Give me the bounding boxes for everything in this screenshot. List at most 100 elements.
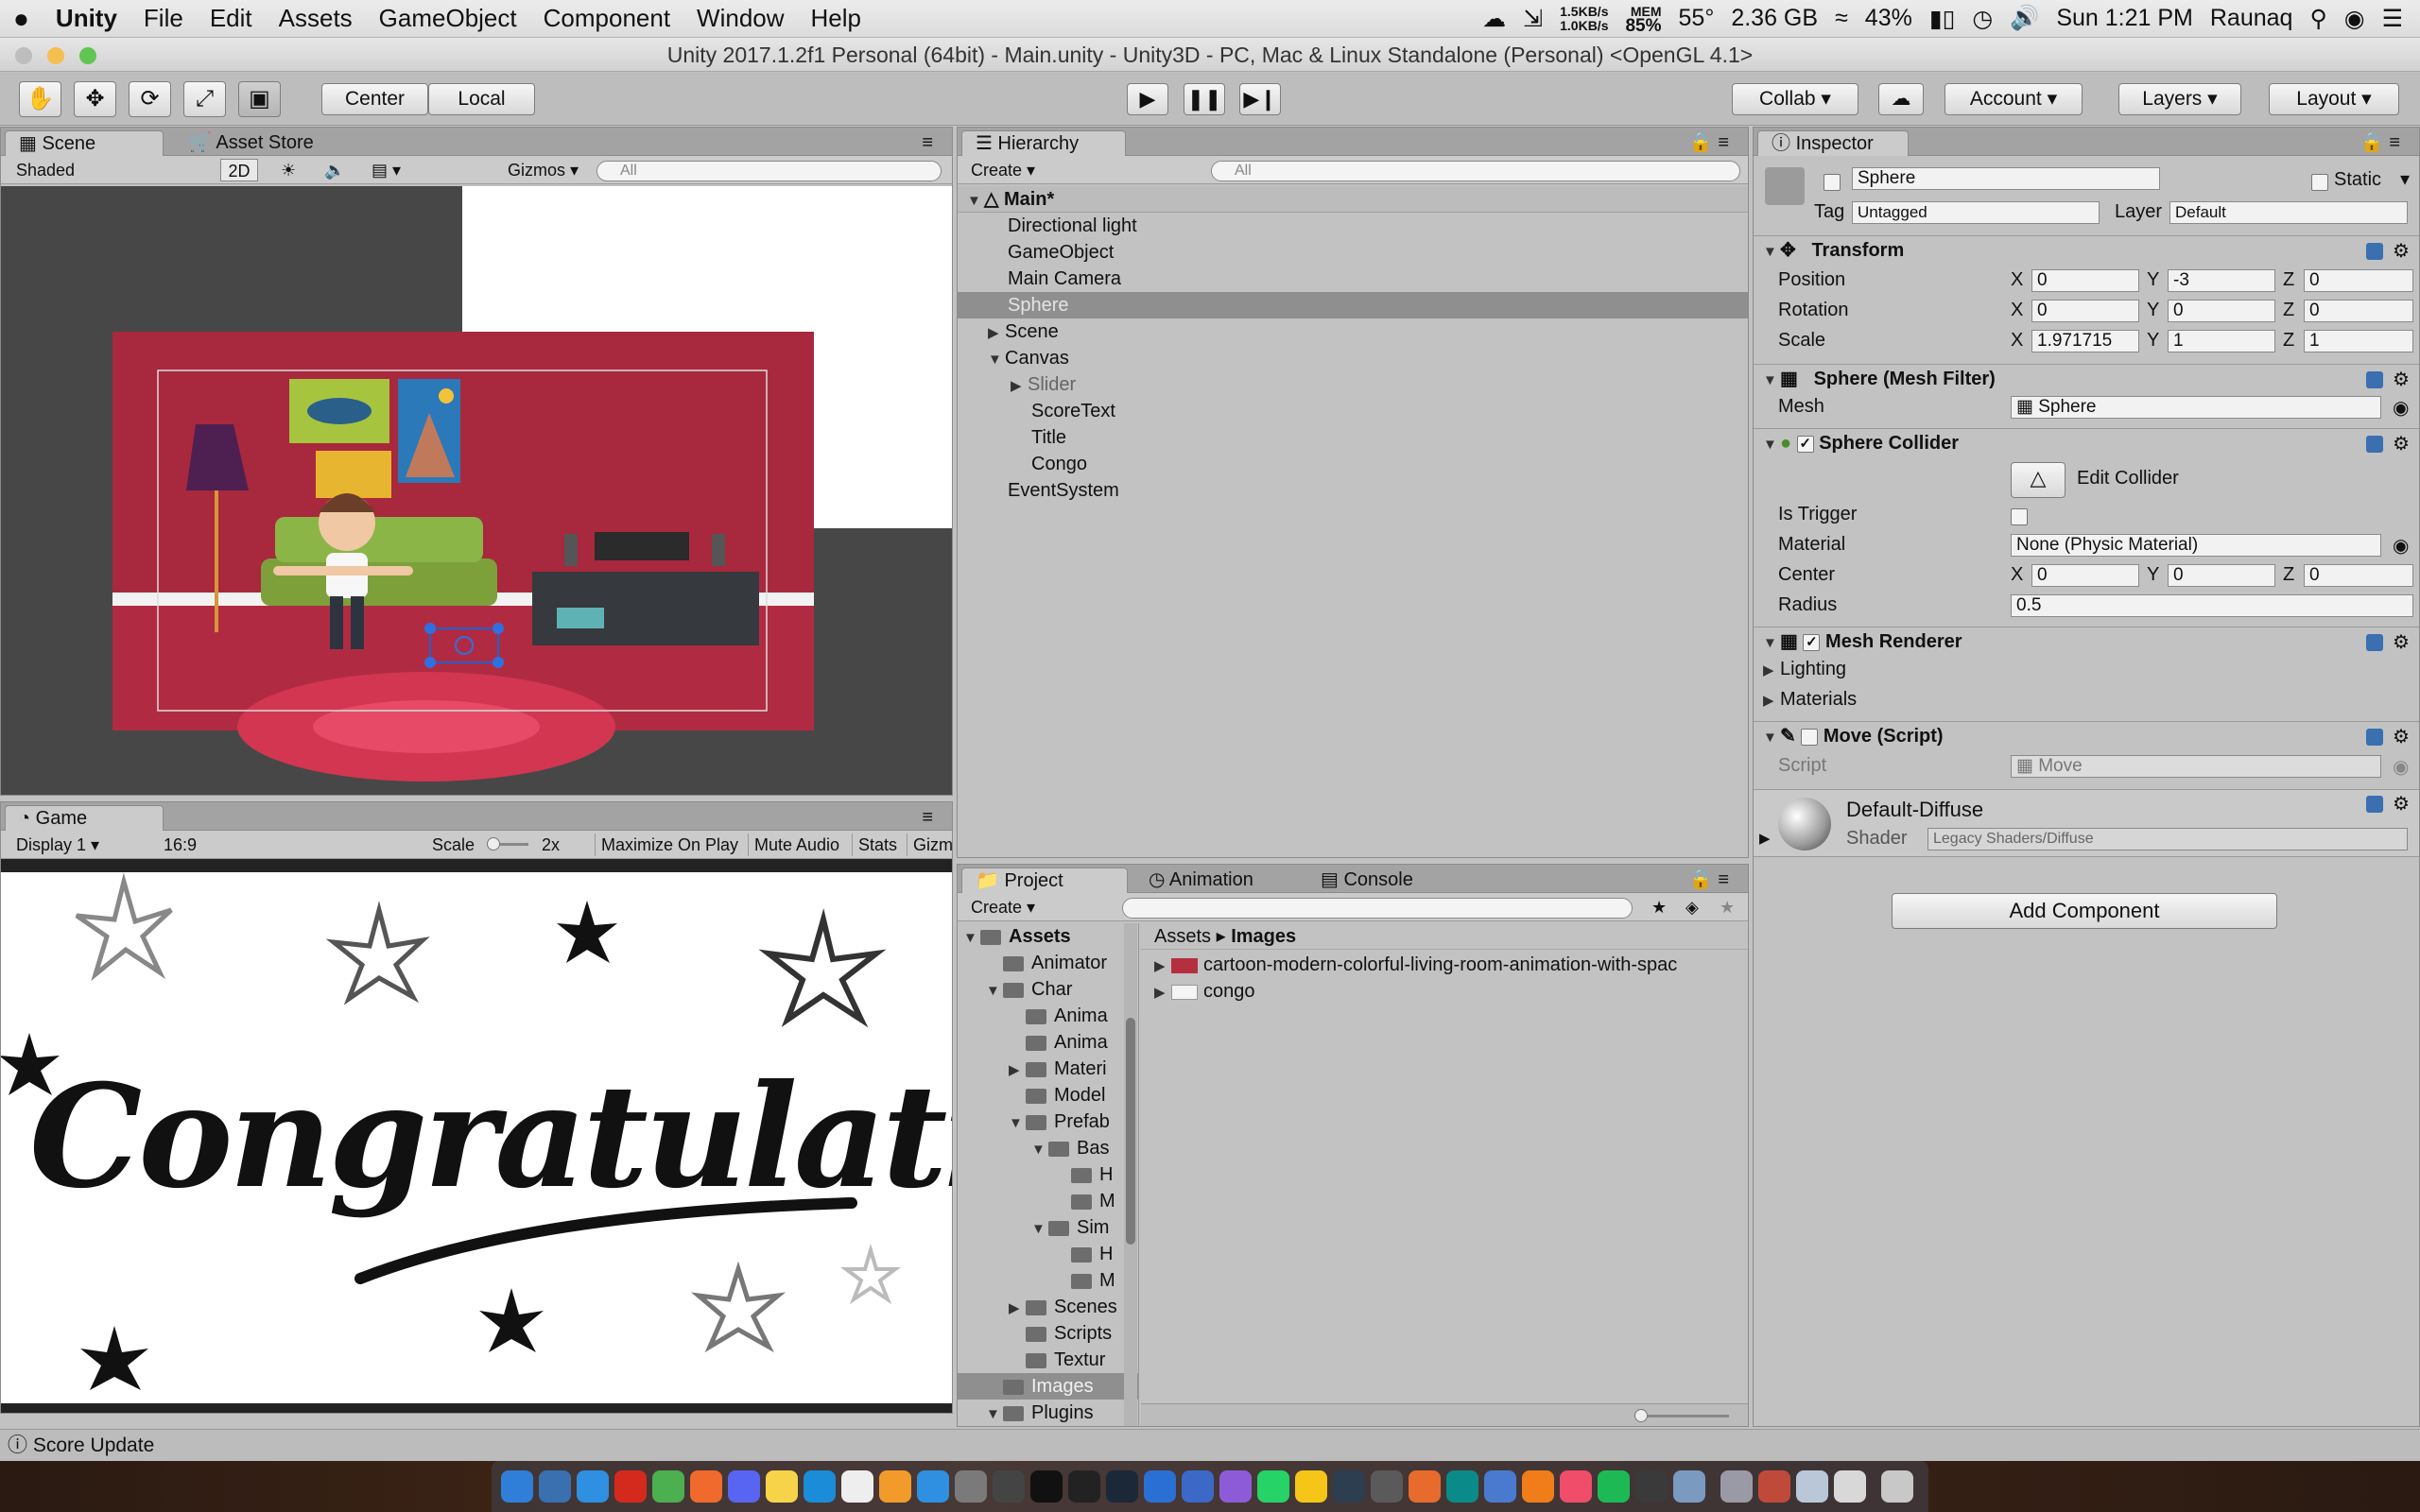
resize-icon[interactable]: ⇲: [1523, 5, 1543, 33]
center-y-field[interactable]: 0: [2168, 564, 2275, 587]
documents-stack-icon[interactable]: [1758, 1470, 1790, 1503]
help-icon[interactable]: [2366, 371, 2383, 388]
folder-scenes[interactable]: ▶ Scenes: [958, 1294, 1138, 1320]
clock[interactable]: Sun 1:21 PM: [2056, 5, 2193, 32]
hierarchy-item-scoretext[interactable]: ScoreText: [958, 398, 1748, 424]
rotate-tool-icon[interactable]: ⟳: [129, 81, 171, 117]
inspector-lock-icon[interactable]: 🔒 ≡: [2347, 130, 2413, 156]
photos-icon[interactable]: [1484, 1470, 1516, 1503]
folder-bas-h[interactable]: H: [958, 1161, 1138, 1188]
collapse-arrow-icon[interactable]: ▼: [963, 925, 980, 950]
gizmos-dropdown[interactable]: Gizmos ▾: [502, 159, 584, 181]
chrome-icon[interactable]: [652, 1470, 684, 1503]
project-search-input[interactable]: [1122, 898, 1633, 919]
physic-material-field[interactable]: None (Physic Material): [2011, 534, 2381, 557]
lighting-foldout[interactable]: ▶ Lighting: [1763, 659, 1846, 680]
object-name-field[interactable]: Sphere: [1852, 167, 2160, 190]
files-stack-icon[interactable]: [1796, 1470, 1828, 1503]
radius-field[interactable]: 0.5: [2011, 594, 2413, 617]
folder-bas-m[interactable]: M: [958, 1188, 1138, 1214]
expand-arrow-icon[interactable]: ▶: [988, 320, 1005, 345]
position-x-field[interactable]: 0: [2031, 269, 2139, 292]
static-checkbox[interactable]: [2311, 171, 2328, 194]
collapse-arrow-icon[interactable]: ▼: [1763, 629, 1780, 658]
folder-stack-icon[interactable]: [1834, 1470, 1866, 1503]
folder-prefab[interactable]: ▼ Prefab: [958, 1108, 1138, 1135]
position-z-field[interactable]: 0: [2304, 269, 2413, 292]
expand-arrow-icon[interactable]: ▶: [1763, 662, 1780, 679]
battery-icon[interactable]: ▮▯: [1929, 5, 1956, 33]
folder-materi[interactable]: ▶ Materi: [958, 1056, 1138, 1082]
finder-icon[interactable]: [501, 1470, 533, 1503]
folder-char[interactable]: ▼ Char: [958, 976, 1138, 1003]
transform-header[interactable]: ▼ ✥ Transform: [1754, 235, 2419, 264]
mesh-filter-header[interactable]: ▼ ▦ Sphere (Mesh Filter): [1754, 364, 2419, 392]
cloud-icon[interactable]: ☁: [1878, 83, 1924, 115]
scale-y-field[interactable]: 1: [2168, 330, 2275, 352]
hierarchy-search-input[interactable]: All: [1211, 161, 1740, 181]
github-icon[interactable]: [1333, 1470, 1365, 1503]
itunes-icon[interactable]: [1560, 1470, 1592, 1503]
collapse-arrow-icon[interactable]: ▼: [1031, 1137, 1048, 1161]
collapse-arrow-icon[interactable]: ▼: [1763, 724, 1780, 752]
xcode-icon[interactable]: [1144, 1470, 1176, 1503]
expand-arrow-icon[interactable]: ▶: [1009, 1057, 1026, 1082]
opera-icon[interactable]: [614, 1470, 647, 1503]
wifi-icon[interactable]: ≈: [1835, 5, 1848, 32]
tab-asset-store[interactable]: 🛒 Asset Store: [175, 130, 327, 156]
folder-bas[interactable]: ▼ Bas: [958, 1135, 1138, 1161]
expand-arrow-icon[interactable]: ▶: [1759, 830, 1771, 847]
trash-icon[interactable]: [1881, 1470, 1913, 1503]
play-button[interactable]: ▶: [1127, 83, 1168, 115]
center-z-field[interactable]: 0: [2304, 564, 2413, 587]
collapse-arrow-icon[interactable]: ▼: [1031, 1216, 1048, 1241]
scale-z-field[interactable]: 1: [2304, 330, 2413, 352]
steam-icon[interactable]: [1106, 1470, 1138, 1503]
collab-button[interactable]: Collab ▾: [1732, 83, 1858, 115]
mesh-renderer-header[interactable]: ▼ ▦ ✓ Mesh Renderer: [1754, 627, 2419, 655]
tab-scene[interactable]: ▦ Scene: [5, 130, 164, 156]
hierarchy-item-main-camera[interactable]: Main Camera: [958, 266, 1748, 292]
whatsapp-icon[interactable]: [1257, 1470, 1289, 1503]
folder-assets[interactable]: ▼ Assets: [958, 923, 1138, 950]
sphere-collider-header[interactable]: ▼ ● ✓ Sphere Collider: [1754, 428, 2419, 456]
sublime-icon[interactable]: [841, 1470, 873, 1503]
spotlight-icon[interactable]: ⚲: [2309, 5, 2326, 33]
help-icon[interactable]: [2366, 243, 2383, 260]
layer-dropdown[interactable]: Default: [2169, 201, 2408, 224]
center-x-field[interactable]: 0: [2031, 564, 2139, 587]
collapse-arrow-icon[interactable]: ▼: [986, 1401, 1003, 1426]
panel-menu-icon[interactable]: ≡: [908, 130, 946, 156]
move-script-header[interactable]: ▼ ✎ Move (Script): [1754, 721, 2419, 749]
breadcrumb-root[interactable]: Assets: [1154, 926, 1211, 947]
scene-effects-icon[interactable]: ▤ ▾: [366, 159, 406, 181]
collapse-arrow-icon[interactable]: ▼: [1763, 367, 1780, 395]
firefox-icon[interactable]: [1219, 1470, 1252, 1503]
spotify-icon[interactable]: [1598, 1470, 1630, 1503]
tab-inspector[interactable]: ⓘ Inspector: [1757, 130, 1909, 156]
handle-top-right[interactable]: [493, 623, 504, 634]
folder-sim-m[interactable]: M: [958, 1267, 1138, 1294]
menu-help[interactable]: Help: [798, 4, 874, 33]
pause-button[interactable]: ❚❚: [1184, 83, 1225, 115]
object-picker-icon[interactable]: ◉: [2393, 534, 2409, 558]
folder-sim[interactable]: ▼ Sim: [958, 1214, 1138, 1241]
game-gizmos-dropdown[interactable]: Gizm: [907, 833, 952, 856]
mesh-field[interactable]: ▦ Sphere: [2011, 396, 2381, 419]
help-icon[interactable]: [2366, 796, 2383, 813]
filter-label-icon[interactable]: ◈: [1680, 896, 1704, 919]
discord-icon[interactable]: [728, 1470, 760, 1503]
layers-dropdown[interactable]: Layers ▾: [2118, 83, 2241, 115]
settings-gear-icon[interactable]: ⚙: [2393, 368, 2410, 391]
folder-textures[interactable]: Textur: [958, 1347, 1138, 1373]
tab-project[interactable]: 📁 Project: [961, 868, 1128, 893]
settings-gear-icon[interactable]: ⚙: [2393, 239, 2410, 263]
collapse-arrow-icon[interactable]: ▼: [967, 188, 984, 212]
folder-plugins[interactable]: ▼ Plugins: [958, 1400, 1138, 1426]
brave-icon[interactable]: [690, 1470, 722, 1503]
stats-toggle[interactable]: Stats: [852, 833, 903, 856]
alfred-icon[interactable]: [1635, 1470, 1668, 1503]
hand-tool-icon[interactable]: ✋: [19, 81, 61, 117]
audio-app-icon[interactable]: [1446, 1470, 1478, 1503]
handle-top-left[interactable]: [424, 623, 436, 634]
